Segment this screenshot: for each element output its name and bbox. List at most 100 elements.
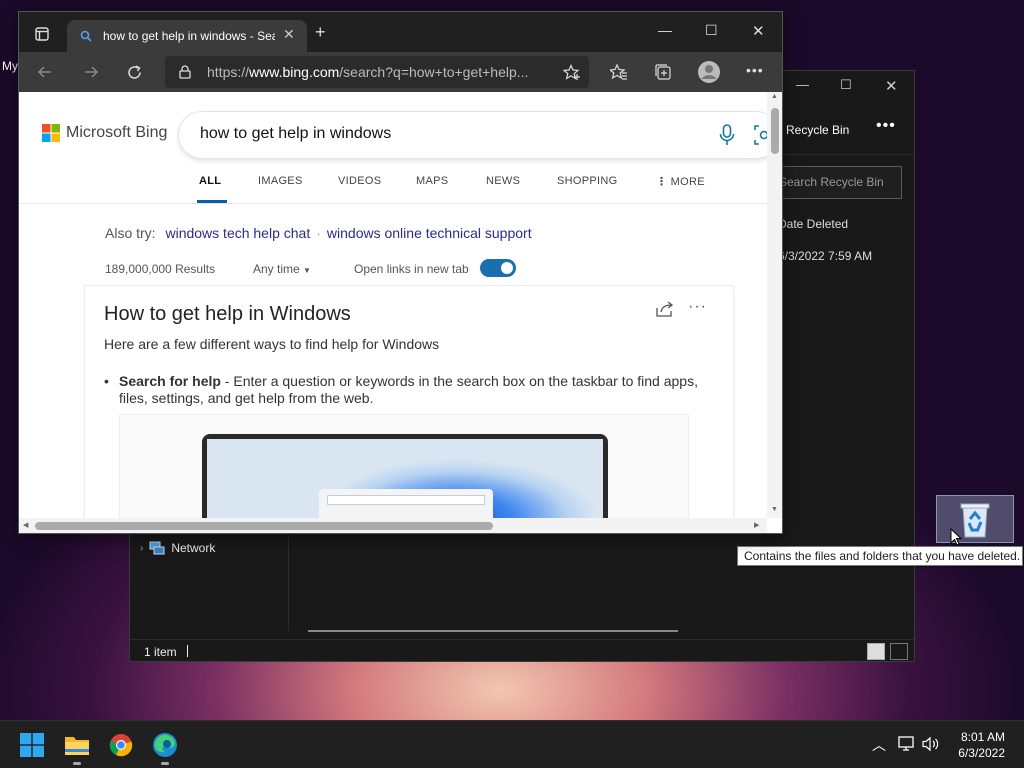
minimize-icon[interactable]: —	[796, 77, 809, 92]
maximize-icon[interactable]: ☐	[705, 22, 718, 39]
details-view-button[interactable]	[867, 643, 885, 660]
windows-laptop-image[interactable]	[119, 414, 689, 518]
clock-date[interactable]: 6/3/2022	[930, 746, 1005, 760]
chevron-right-icon[interactable]: ›	[140, 543, 143, 554]
explorer-location-title: Recycle Bin	[786, 123, 850, 137]
more-options-icon[interactable]: ···	[688, 298, 707, 316]
bullet-term: Search for help	[119, 373, 221, 389]
horizontal-scrollbar[interactable]: ◀ ▶	[19, 518, 767, 533]
more-options-icon[interactable]: •••	[876, 117, 896, 135]
tab-videos[interactable]: VIDEOS	[338, 175, 381, 187]
tab-news[interactable]: NEWS	[486, 175, 520, 187]
microphone-icon[interactable]	[719, 124, 735, 146]
network-icon[interactable]	[898, 736, 916, 752]
recycle-bin-desktop-icon[interactable]	[936, 495, 1014, 543]
web-page: Microsoft Bing how to get help in window…	[19, 92, 767, 518]
edge-window[interactable]: how to get help in windows - Search ✕ + …	[18, 11, 783, 534]
tab-bar[interactable]: how to get help in windows - Search ✕ + …	[19, 12, 782, 52]
tab-bing-search[interactable]: how to get help in windows - Search ✕	[67, 20, 307, 52]
tab-all[interactable]: ALL	[199, 175, 221, 187]
results-count: 189,000,000 Results	[105, 262, 216, 276]
clock-time[interactable]: 8:01 AM	[930, 730, 1005, 744]
close-icon[interactable]: ✕	[283, 26, 295, 43]
tab-maps[interactable]: MAPS	[416, 175, 448, 187]
taskbar-chrome[interactable]	[105, 729, 137, 761]
scroll-right-icon[interactable]: ▶	[754, 521, 759, 529]
tiles-view-button[interactable]	[890, 643, 908, 660]
network-icon	[149, 541, 165, 555]
card-bullet: • Search for help - Enter a question or …	[104, 373, 704, 407]
url-prefix: https://	[207, 64, 250, 80]
lock-icon[interactable]	[179, 65, 191, 79]
also-try-link[interactable]: windows tech help chat	[165, 225, 310, 241]
search-query-text[interactable]: how to get help in windows	[200, 125, 391, 143]
file-explorer-icon	[65, 737, 89, 755]
new-tab-button[interactable]: +	[315, 23, 326, 41]
close-icon[interactable]: ✕	[752, 22, 765, 40]
url-host: www.bing.com	[249, 64, 340, 80]
bullet-dot: •	[104, 373, 109, 389]
also-try-row: Also try: windows tech help chat · windows…	[105, 225, 532, 241]
search-input[interactable]: how to get help in windows	[179, 112, 767, 158]
nav-item-network[interactable]: › Network	[140, 541, 215, 555]
profile-avatar-icon[interactable]	[697, 60, 721, 84]
browser-toolbar: https://www.bing.com/search?q=how+to+get…	[19, 52, 782, 92]
address-url[interactable]: https://www.bing.com/search?q=how+to+get…	[207, 64, 528, 80]
tab-more-label: MORE	[670, 176, 705, 188]
scroll-left-icon[interactable]: ◀	[23, 521, 28, 529]
url-path: /search?q=how+to+get+help...	[339, 64, 529, 80]
also-try-link[interactable]: windows online technical support	[327, 225, 532, 241]
tab-title: how to get help in windows - Search	[103, 29, 275, 43]
visual-search-icon[interactable]	[754, 124, 767, 146]
settings-more-icon[interactable]: •••	[746, 62, 764, 78]
time-filter-dropdown[interactable]: Any time ▼	[253, 262, 311, 276]
bing-logo-text: Microsoft Bing	[66, 124, 168, 141]
tab-shopping[interactable]: SHOPPING	[557, 175, 617, 187]
item-count: 1 item	[144, 645, 177, 659]
tab-more[interactable]: ⋮ MORE	[656, 175, 705, 188]
scroll-down-icon[interactable]: ▼	[771, 506, 778, 513]
answer-card: How to get help in Windows ··· Here are …	[85, 286, 733, 518]
recycle-bin-tooltip: Contains the files and folders that you …	[737, 546, 1023, 566]
maximize-icon[interactable]: ☐	[840, 77, 852, 93]
favorites-icon[interactable]	[610, 63, 628, 81]
collections-icon[interactable]	[654, 63, 672, 81]
close-icon[interactable]: ✕	[885, 77, 898, 95]
start-button[interactable]	[16, 729, 48, 761]
vertical-scroll-thumb[interactable]	[771, 108, 779, 154]
tab-images[interactable]: IMAGES	[258, 175, 303, 187]
search-scope-tabs: ALL IMAGES VIDEOS MAPS NEWS SHOPPING ⋮ M…	[19, 172, 767, 204]
open-links-toggle[interactable]	[480, 259, 516, 277]
back-icon[interactable]	[37, 64, 53, 80]
explorer-horizontal-scrollbar[interactable]	[308, 630, 678, 632]
taskbar-file-explorer[interactable]	[61, 729, 93, 765]
laptop-search-window	[319, 489, 493, 518]
taskbar-edge[interactable]	[149, 729, 181, 765]
start-icon	[20, 733, 44, 757]
scroll-up-icon[interactable]: ▲	[771, 93, 778, 100]
refresh-icon[interactable]	[126, 64, 143, 81]
toggle-knob	[501, 262, 513, 274]
address-bar[interactable]: https://www.bing.com/search?q=how+to+get…	[165, 56, 589, 88]
vertical-scrollbar[interactable]: ▲ ▼	[767, 92, 782, 518]
horizontal-scroll-thumb[interactable]	[35, 522, 493, 530]
also-try-label: Also try:	[105, 225, 156, 241]
add-favorite-icon[interactable]	[563, 64, 581, 81]
column-header-date-deleted[interactable]: Date Deleted	[778, 217, 848, 231]
chevron-up-icon[interactable]: ︿	[872, 735, 886, 755]
chrome-icon	[109, 734, 133, 757]
tab-actions-icon[interactable]	[35, 27, 49, 41]
nav-item-label: Network	[171, 541, 216, 555]
active-tab-indicator	[197, 200, 227, 203]
minimize-icon[interactable]: —	[658, 22, 672, 38]
card-title[interactable]: How to get help in Windows	[104, 303, 351, 326]
vertical-dots-icon: ⋮	[656, 176, 668, 188]
share-icon[interactable]	[655, 300, 675, 318]
bing-logo[interactable]: Microsoft Bing	[42, 124, 167, 142]
microsoft-logo-icon	[42, 124, 60, 142]
mouse-cursor-icon	[950, 528, 962, 546]
desktop-icon-label[interactable]: My	[2, 59, 18, 73]
forward-icon[interactable]	[83, 64, 99, 80]
explorer-search-input[interactable]: Search Recycle Bin	[770, 166, 902, 199]
file-row-date[interactable]: 6/3/2022 7:59 AM	[778, 249, 872, 263]
